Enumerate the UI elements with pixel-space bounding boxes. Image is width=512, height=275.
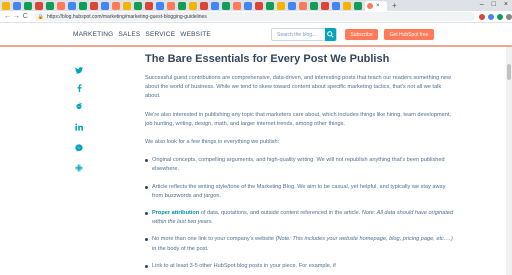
- list-item-text: of data, quotations, and outside content…: [199, 210, 362, 217]
- hubspot-favicon-icon: [367, 3, 373, 9]
- nav-link-sales[interactable]: SALES: [118, 31, 140, 38]
- subscribe-button[interactable]: Subscribe: [345, 29, 378, 40]
- nav-link-service[interactable]: SERVICE: [145, 31, 175, 38]
- browser-toolbar: ← → C 🔒 https://blog.hubspot.com/marketi…: [0, 11, 512, 23]
- list-item-note: (Note: This includes your website homepa…: [275, 236, 453, 243]
- tab-favicon[interactable]: [200, 1, 208, 10]
- list-item-text: Article reflects the writing style/tone …: [152, 183, 446, 199]
- proper-attribution-link[interactable]: Proper attribution: [152, 210, 199, 216]
- tab-favicon[interactable]: [310, 1, 318, 10]
- tab-favicon[interactable]: [156, 1, 164, 10]
- tab-favicon[interactable]: [57, 1, 65, 10]
- extension-icon[interactable]: [479, 13, 485, 20]
- maximize-icon[interactable]: □: [492, 1, 496, 8]
- extension-icon[interactable]: [497, 13, 503, 20]
- tab-favicon[interactable]: [46, 1, 54, 10]
- messenger-icon[interactable]: [73, 142, 85, 154]
- search-icon: [327, 31, 334, 38]
- list-item-text: in the body of the post.: [152, 245, 209, 252]
- extension-icons: [479, 13, 512, 20]
- paragraph: We also look for a few things in everyth…: [145, 139, 280, 146]
- facebook-icon[interactable]: [73, 82, 85, 94]
- tab-favicon[interactable]: [2, 1, 10, 10]
- minimize-icon[interactable]: –: [480, 1, 484, 8]
- tab-favicon[interactable]: [288, 1, 296, 10]
- tab-favicon[interactable]: [35, 1, 43, 10]
- search-button[interactable]: [325, 28, 336, 41]
- tab-favicon[interactable]: [233, 1, 241, 10]
- tab-favicon[interactable]: [343, 1, 351, 10]
- search-placeholder: Search the blog...: [277, 31, 317, 38]
- tab-favicon[interactable]: [277, 1, 285, 10]
- tab-favicon[interactable]: [112, 1, 120, 10]
- list-item-text: Link to at least 3-5 other HubSpot blog …: [152, 262, 336, 269]
- tab-active[interactable]: ×: [365, 1, 387, 11]
- tab-favicon[interactable]: [145, 1, 153, 10]
- tab-close-icon[interactable]: ×: [376, 3, 380, 9]
- tab-favicon[interactable]: [244, 1, 252, 10]
- tab-favicon[interactable]: [134, 1, 142, 10]
- url-text: https://blog.hubspot.com/marketing/marke…: [47, 13, 207, 20]
- tab-favicon[interactable]: [90, 1, 98, 10]
- requirements-list: Original concepts, compelling arguments,…: [145, 156, 455, 271]
- nav-link-marketing[interactable]: MARKETING: [73, 31, 113, 38]
- list-item: No more than one link to your company's …: [145, 235, 455, 253]
- window-controls: – □ ×: [480, 1, 508, 8]
- tab-favicon[interactable]: [222, 1, 230, 10]
- close-window-icon[interactable]: ×: [504, 1, 508, 8]
- twitter-icon[interactable]: [73, 64, 85, 76]
- list-item: Proper attribution of data, quotations, …: [145, 209, 455, 227]
- list-item: Article reflects the writing style/tone …: [145, 183, 455, 201]
- tab-favicon[interactable]: [266, 1, 274, 10]
- list-item: Original concepts, compelling arguments,…: [145, 156, 455, 174]
- tab-favicon[interactable]: [167, 1, 175, 10]
- tab-favicon[interactable]: [299, 1, 307, 10]
- tab-favicon[interactable]: [123, 1, 131, 10]
- site-header: MARKETING SALES SERVICE WEBSITE Search t…: [0, 23, 512, 47]
- tab-favicon[interactable]: [354, 1, 362, 10]
- lock-icon: 🔒: [37, 13, 44, 20]
- tab-favicon[interactable]: [13, 1, 21, 10]
- tab-favicon[interactable]: [79, 1, 87, 10]
- paragraph: We're also interested in publishing any …: [145, 111, 451, 127]
- tab-favicon[interactable]: [68, 1, 76, 10]
- profile-avatar[interactable]: [506, 13, 512, 20]
- article-body: The Bare Essentials for Every Post We Pu…: [145, 53, 455, 275]
- browser-tab-strip: × + – □ ×: [0, 0, 512, 11]
- reload-icon[interactable]: C: [21, 13, 30, 20]
- slack-icon[interactable]: [73, 162, 85, 174]
- back-icon[interactable]: ←: [3, 13, 12, 20]
- tab-favicon[interactable]: [211, 1, 219, 10]
- tab-favicon[interactable]: [255, 1, 263, 10]
- linkedin-icon[interactable]: [73, 121, 85, 133]
- forward-icon[interactable]: →: [12, 13, 21, 20]
- tab-favicon[interactable]: [178, 1, 186, 10]
- tab-favicon[interactable]: [332, 1, 340, 10]
- tab-favicon[interactable]: [24, 1, 32, 10]
- tab-favicon[interactable]: [101, 1, 109, 10]
- nav-link-website[interactable]: WEBSITE: [180, 31, 211, 38]
- new-tab-button[interactable]: +: [392, 1, 397, 10]
- reddit-icon[interactable]: [73, 100, 85, 112]
- list-item-text: Original concepts, compelling arguments,…: [152, 157, 445, 173]
- scrollbar-thumb[interactable]: [507, 64, 511, 80]
- address-bar[interactable]: 🔒 https://blog.hubspot.com/marketing/mar…: [33, 12, 475, 21]
- main-nav: MARKETING SALES SERVICE WEBSITE: [73, 31, 211, 38]
- section-heading: The Bare Essentials for Every Post We Pu…: [145, 53, 390, 65]
- paragraph: Successful guest contributions are compr…: [145, 75, 451, 100]
- list-item-text: No more than one link to your company's …: [152, 236, 276, 243]
- list-item: Link to at least 3-5 other HubSpot blog …: [145, 262, 455, 271]
- tab-favicon[interactable]: [321, 1, 329, 10]
- get-hubspot-free-button[interactable]: Get HubSpot free: [384, 29, 434, 40]
- extension-icon[interactable]: [488, 13, 494, 20]
- tab-favicon[interactable]: [189, 1, 197, 10]
- page-scrollbar[interactable]: [506, 47, 512, 275]
